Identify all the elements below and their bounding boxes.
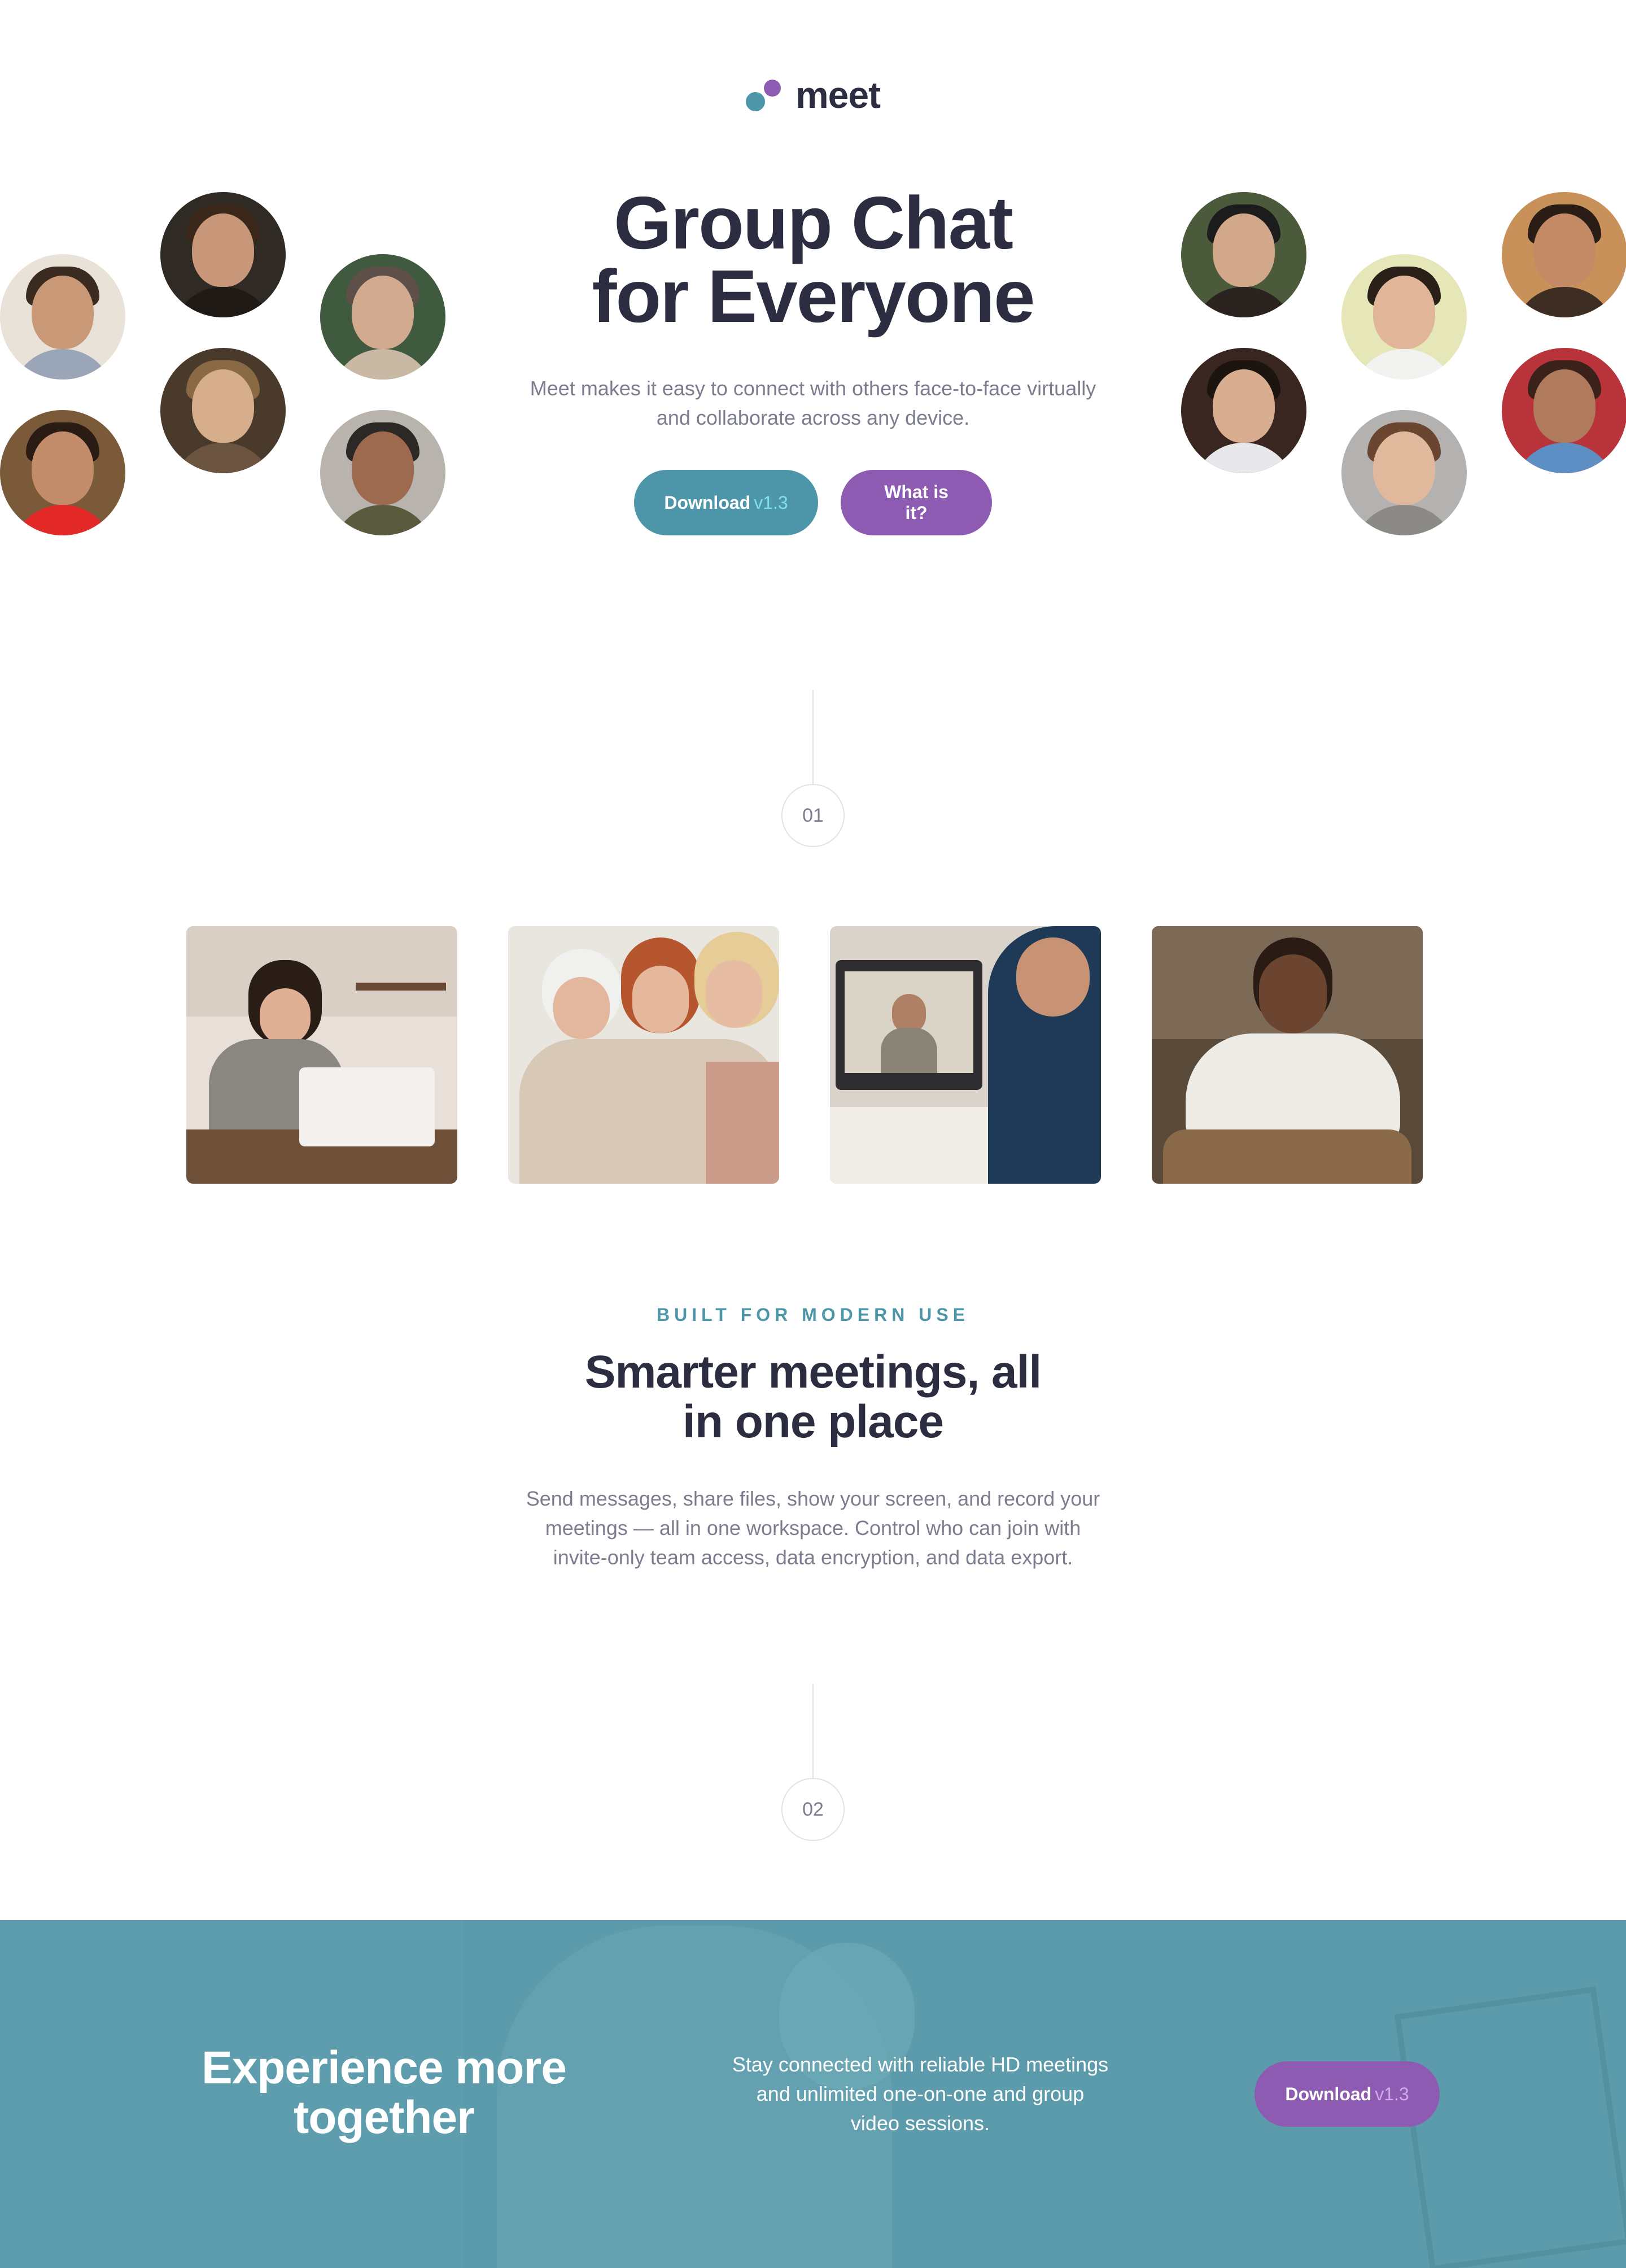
section-eyebrow: BUILT FOR MODERN USE bbox=[656, 1305, 970, 1325]
photo-three-women bbox=[508, 926, 779, 1184]
brand-name: meet bbox=[795, 74, 881, 116]
step-divider-line bbox=[812, 690, 814, 785]
hero-download-button[interactable]: Download v1.3 bbox=[634, 470, 818, 535]
hero-buttons: Download v1.3 What is it? bbox=[0, 470, 1626, 535]
avatar-right-6 bbox=[1502, 348, 1626, 473]
hero-title: Group Chat for Everyone bbox=[0, 186, 1626, 334]
step-marker-01: 01 bbox=[781, 784, 845, 847]
feature-body-line3: invite-only team access, data encryption… bbox=[553, 1546, 1073, 1569]
hero-subtitle-line1: Meet makes it easy to connect with other… bbox=[530, 377, 1096, 400]
feature-body-line2: meetings — all in one workspace. Control… bbox=[545, 1516, 1081, 1539]
cta-description: Stay connected with reliable HD meetings… bbox=[711, 2050, 1129, 2138]
feature-title: Smarter meetings, all in one place bbox=[0, 1347, 1626, 1447]
logo-mark-icon bbox=[745, 75, 790, 115]
hero-title-line2: for Everyone bbox=[592, 255, 1035, 338]
hero-subtitle-line2: and collaborate across any device. bbox=[656, 406, 970, 429]
photo-man-phone bbox=[1152, 926, 1423, 1184]
photo-woman-laptop bbox=[186, 926, 457, 1184]
feature-description: Send messages, share files, show your sc… bbox=[508, 1484, 1118, 1572]
cta-body-line3: video sessions. bbox=[850, 2112, 990, 2135]
feature-title-line1: Smarter meetings, all bbox=[584, 1346, 1042, 1398]
avatar-right-4 bbox=[1181, 348, 1306, 473]
download-label: Download bbox=[664, 492, 751, 513]
cta-body-line2: and unlimited one-on-one and group bbox=[756, 2082, 1085, 2105]
hero-title-line1: Group Chat bbox=[614, 181, 1013, 264]
cta-download-button[interactable]: Download v1.3 bbox=[1255, 2061, 1440, 2127]
cta-download-version: v1.3 bbox=[1375, 2083, 1409, 2104]
cta-download-label: Download bbox=[1285, 2083, 1372, 2104]
feature-title-line2: in one place bbox=[683, 1396, 944, 1447]
avatar-left-4 bbox=[160, 348, 286, 473]
cta-background-frame bbox=[1394, 1986, 1626, 2268]
photo-video-call bbox=[830, 926, 1101, 1184]
cta-section: Experience more together Stay connected … bbox=[0, 1920, 1626, 2268]
cta-title: Experience more together bbox=[169, 2043, 598, 2143]
step-divider-line-2 bbox=[812, 1684, 814, 1779]
download-version: v1.3 bbox=[754, 492, 788, 513]
feature-body-line1: Send messages, share files, show your sc… bbox=[526, 1487, 1100, 1510]
what-is-it-button[interactable]: What is it? bbox=[841, 470, 992, 535]
step-marker-02: 02 bbox=[781, 1778, 845, 1841]
cta-title-line2: together bbox=[294, 2092, 475, 2143]
cta-title-line1: Experience more bbox=[202, 2042, 567, 2093]
brand-logo[interactable]: meet bbox=[0, 73, 1626, 116]
cta-body-line1: Stay connected with reliable HD meetings bbox=[732, 2053, 1109, 2076]
hero-subtitle: Meet makes it easy to connect with other… bbox=[502, 374, 1124, 433]
